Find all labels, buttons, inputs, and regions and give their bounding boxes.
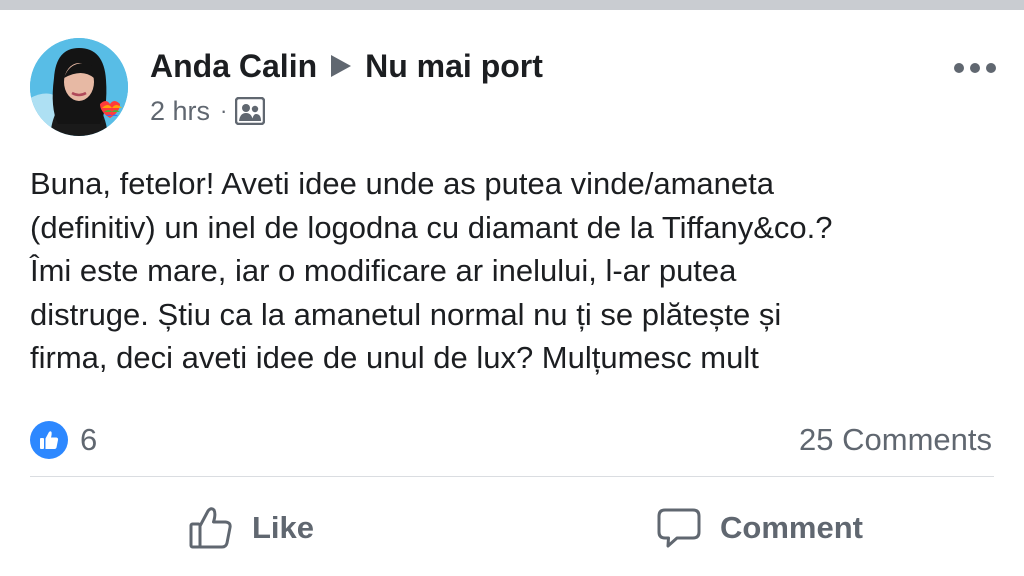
reactions-summary[interactable]: 6 [30,420,97,460]
post-text-line: distruge. Știu ca la amanetul normal nu … [30,296,782,332]
more-dot [954,63,964,73]
post-text-line: (definitiv) un inel de logodna cu diaman… [30,209,833,245]
meta-separator: · [220,98,228,123]
more-options-icon[interactable] [954,58,996,78]
like-button-label: Like [252,510,315,545]
post-header: Anda Calin Nu mai port [150,46,543,86]
thumbs-up-icon [189,507,232,549]
post-meta: 2 hrs · [150,96,266,127]
post-body: Buna, fetelor! Aveti idee unde as putea … [30,162,1000,380]
avatar-image [30,38,128,136]
more-dot [986,63,996,73]
play-arrow-icon [331,55,352,77]
post-text-line: Buna, fetelor! Aveti idee unde as putea … [30,166,774,201]
feed-post: Anda Calin Nu mai port 2 hrs · Buna, fet… [0,10,1024,576]
post-timestamp[interactable]: 2 hrs [150,96,210,127]
like-button[interactable]: Like [188,500,314,556]
like-count: 6 [80,422,98,457]
comment-button[interactable]: Comment [656,500,863,556]
avatar[interactable] [30,38,128,136]
comments-count-link[interactable]: 25 Comments [799,420,992,460]
comment-bubble-icon [657,508,701,548]
comment-button-label: Comment [720,510,863,545]
post-text-line: Îmi este mare, iar o modificare ar inelu… [30,253,737,288]
divider [30,476,994,477]
like-reaction-icon [30,421,68,459]
group-members-icon [235,96,266,126]
group-name[interactable]: Nu mai port [365,48,543,85]
more-dot [970,63,980,73]
author-name[interactable]: Anda Calin [150,48,317,85]
post-text-line: firma, deci aveti idee de unul de lux? M… [30,340,759,375]
